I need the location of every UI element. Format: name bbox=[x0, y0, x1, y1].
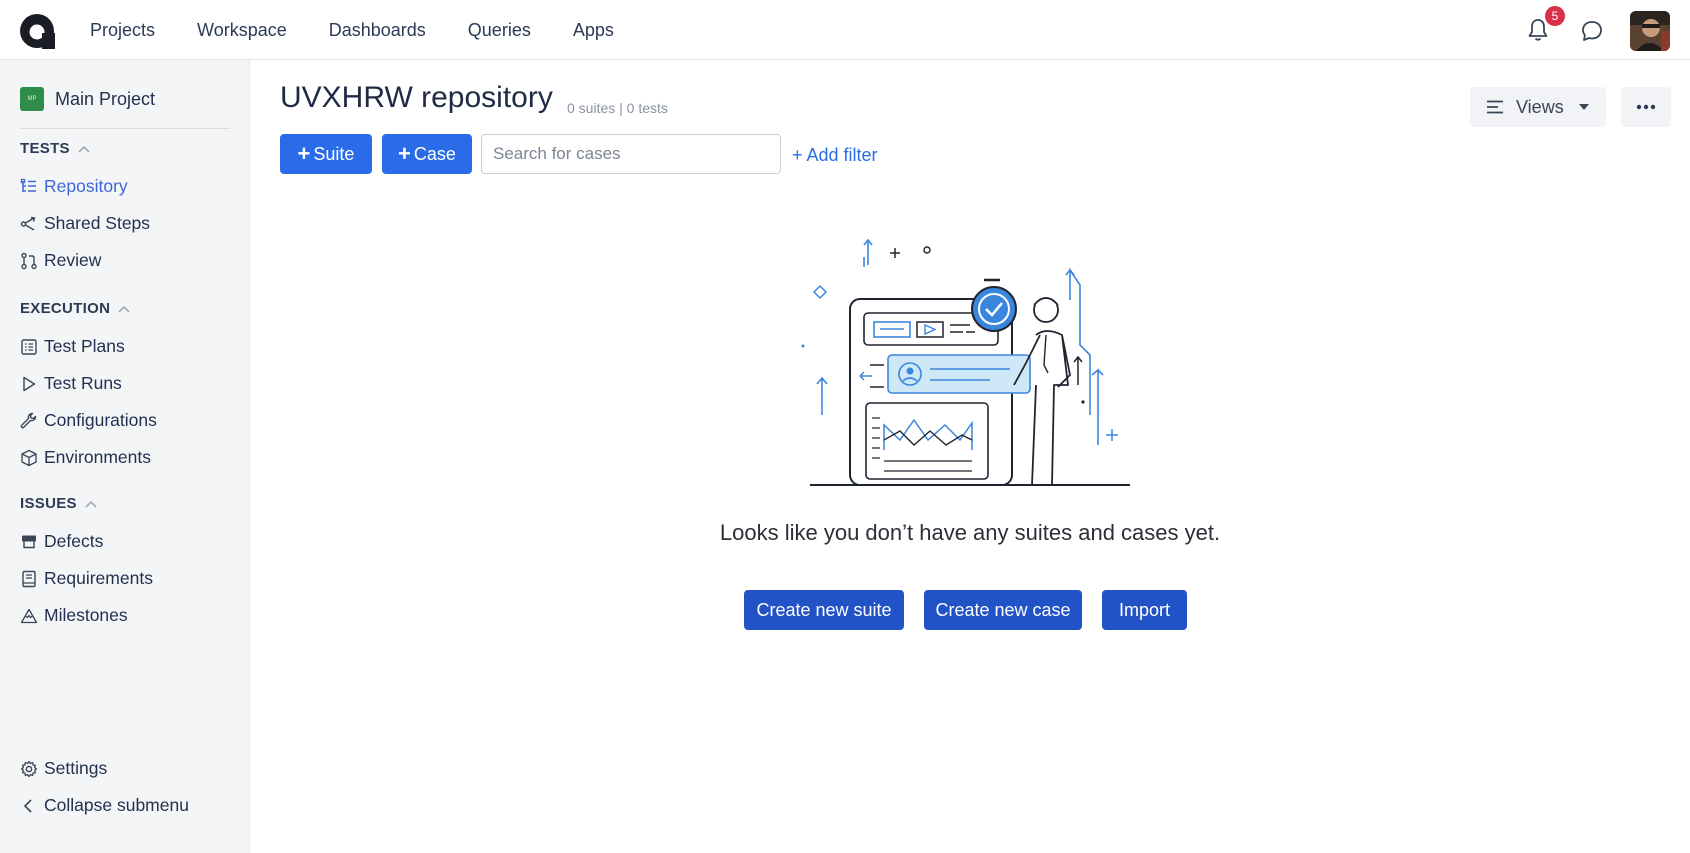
chevron-up-icon bbox=[118, 305, 130, 313]
add-suite-label: Suite bbox=[313, 143, 355, 164]
sidebar-item-shared-steps[interactable]: Shared Steps bbox=[20, 213, 150, 234]
project-selector[interactable]: MP Main Project bbox=[20, 87, 155, 111]
bell-icon[interactable] bbox=[1527, 18, 1549, 42]
menu-lines-icon bbox=[1487, 100, 1503, 114]
chevron-left-icon bbox=[20, 797, 38, 815]
sidebar-divider bbox=[20, 128, 230, 129]
add-case-label: Case bbox=[413, 143, 456, 164]
sidebar-item-milestones[interactable]: Milestones bbox=[20, 605, 128, 626]
section-execution-toggle[interactable]: EXECUTION bbox=[20, 300, 130, 317]
collapse-submenu-button[interactable]: Collapse submenu bbox=[20, 795, 189, 816]
sidebar-item-environments[interactable]: Environments bbox=[20, 447, 151, 468]
plus-icon: + bbox=[297, 141, 311, 166]
section-title-tests: TESTS bbox=[20, 140, 70, 157]
add-filter-link[interactable]: + Add filter bbox=[792, 145, 878, 166]
chat-icon[interactable] bbox=[1581, 20, 1603, 42]
mountain-icon bbox=[20, 607, 38, 625]
main-nav: Projects Workspace Dashboards Queries Ap… bbox=[90, 0, 656, 60]
cube-icon bbox=[20, 449, 38, 467]
sidebar-item-label: Requirements bbox=[44, 568, 153, 588]
chevron-up-icon bbox=[78, 145, 90, 153]
create-new-suite-button[interactable]: Create new suite bbox=[744, 590, 904, 630]
checklist-icon bbox=[20, 338, 38, 356]
nav-queries[interactable]: Queries bbox=[468, 20, 531, 41]
suite-test-count: 0 suites | 0 tests bbox=[567, 100, 668, 116]
sidebar-item-defects[interactable]: Defects bbox=[20, 531, 103, 552]
chevron-up-icon bbox=[85, 500, 97, 508]
section-title-issues: ISSUES bbox=[20, 495, 77, 512]
nav-projects[interactable]: Projects bbox=[90, 20, 155, 41]
project-name: Main Project bbox=[55, 88, 156, 109]
sidebar-item-label: Milestones bbox=[44, 605, 128, 625]
empty-state-message: Looks like you don’t have any suites and… bbox=[719, 520, 1221, 545]
logo-icon[interactable] bbox=[19, 13, 55, 49]
user-avatar[interactable] bbox=[1630, 11, 1670, 51]
sidebar-item-label: Test Runs bbox=[44, 373, 122, 393]
caret-down-icon bbox=[1578, 104, 1589, 110]
sidebar-item-settings[interactable]: Settings bbox=[20, 758, 107, 779]
top-navigation-bar: Projects Workspace Dashboards Queries Ap… bbox=[0, 0, 1690, 60]
empty-state-illustration bbox=[801, 238, 1130, 486]
create-new-case-button[interactable]: Create new case bbox=[924, 590, 1082, 630]
play-icon bbox=[20, 375, 38, 393]
plus-icon: + bbox=[398, 141, 411, 166]
sidebar-item-label: Test Plans bbox=[44, 336, 125, 356]
sidebar-item-test-runs[interactable]: Test Runs bbox=[20, 373, 122, 394]
avatar-photo-icon bbox=[1630, 11, 1670, 51]
views-label: Views bbox=[1516, 96, 1564, 117]
sidebar-item-requirements[interactable]: Requirements bbox=[20, 568, 153, 589]
sidebar-item-label: Repository bbox=[44, 176, 128, 196]
add-suite-button[interactable]: + Suite bbox=[280, 134, 372, 174]
more-options-button[interactable] bbox=[1621, 87, 1671, 127]
section-issues-toggle[interactable]: ISSUES bbox=[20, 495, 97, 512]
add-case-button[interactable]: + Case bbox=[382, 134, 472, 174]
sidebar-item-review[interactable]: Review bbox=[20, 250, 101, 271]
sidebar-item-label: Defects bbox=[44, 531, 104, 551]
sidebar-item-label: Configurations bbox=[44, 410, 157, 430]
sidebar-item-test-plans[interactable]: Test Plans bbox=[20, 336, 125, 357]
wrench-icon bbox=[20, 412, 38, 430]
import-button[interactable]: Import bbox=[1102, 590, 1187, 630]
sidebar-item-repository[interactable]: Repository bbox=[20, 176, 128, 197]
search-cases-input[interactable] bbox=[481, 134, 781, 174]
page-title: UVXHRW repository bbox=[280, 81, 553, 114]
ellipsis-icon bbox=[1636, 104, 1656, 110]
gear-icon bbox=[20, 760, 38, 778]
sidebar-item-label: Settings bbox=[44, 758, 108, 778]
sidebar: MP Main Project TESTS Repository Shared … bbox=[0, 60, 250, 853]
section-title-execution: EXECUTION bbox=[20, 300, 111, 317]
sidebar-item-label: Shared Steps bbox=[44, 213, 151, 233]
project-avatar: MP bbox=[20, 87, 44, 111]
views-dropdown[interactable]: Views bbox=[1470, 87, 1606, 127]
sidebar-item-label: Review bbox=[44, 250, 102, 270]
defect-icon bbox=[20, 533, 38, 551]
notification-badge: 5 bbox=[1545, 6, 1565, 26]
nav-dashboards[interactable]: Dashboards bbox=[329, 20, 426, 41]
section-tests-toggle[interactable]: TESTS bbox=[20, 140, 90, 157]
sidebar-item-label: Collapse submenu bbox=[44, 795, 189, 815]
sidebar-item-label: Environments bbox=[44, 447, 151, 467]
share-nodes-icon bbox=[20, 215, 38, 233]
main-content: UVXHRW repository 0 suites | 0 tests Vie… bbox=[250, 60, 1690, 853]
nav-apps[interactable]: Apps bbox=[573, 20, 614, 41]
git-pull-request-icon bbox=[20, 252, 38, 270]
sidebar-item-configurations[interactable]: Configurations bbox=[20, 410, 157, 431]
nav-workspace[interactable]: Workspace bbox=[197, 20, 287, 41]
list-tree-icon bbox=[20, 178, 38, 196]
book-icon bbox=[20, 570, 38, 588]
